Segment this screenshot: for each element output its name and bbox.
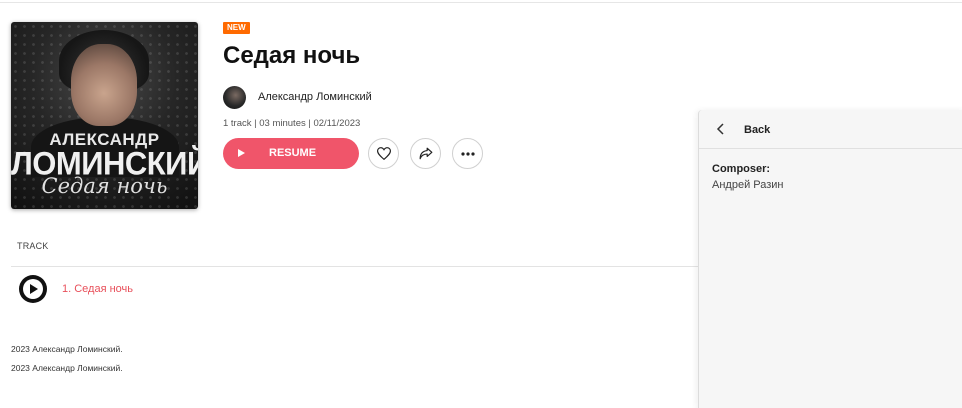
tracklist-divider — [11, 266, 711, 267]
tracklist-header: TRACK — [17, 241, 49, 251]
heart-icon — [376, 147, 391, 160]
composer-label: Composer: — [712, 163, 771, 175]
artist-link[interactable]: Александр Ломинский — [258, 91, 372, 103]
album-cover: АЛЕКСАНДР ЛОМИНСКИЙ Седая ночь — [11, 22, 198, 209]
cover-face — [71, 44, 137, 126]
copyright-line: 2023 Александр Ломинский. — [11, 363, 123, 373]
artist-avatar[interactable] — [223, 86, 246, 109]
track-row[interactable]: 1. Седая ночь — [11, 272, 691, 306]
panel-header: Back — [699, 110, 962, 149]
composer-value: Андрей Разин — [712, 179, 784, 191]
more-button[interactable] — [452, 138, 483, 169]
resume-button[interactable]: RESUME — [223, 138, 359, 169]
new-badge: NEW — [223, 22, 250, 34]
track-thumb-disc — [19, 275, 47, 303]
chevron-left-icon[interactable] — [714, 122, 728, 136]
back-button[interactable]: Back — [744, 124, 770, 136]
top-divider — [0, 2, 962, 3]
play-icon — [238, 149, 245, 157]
resume-label: RESUME — [269, 147, 317, 159]
cover-album-title: Седая ночь — [41, 174, 168, 198]
share-icon — [419, 147, 432, 160]
play-triangle-icon — [30, 284, 38, 294]
track-thumb-inner — [23, 279, 43, 299]
track-title[interactable]: 1. Седая ночь — [62, 283, 133, 295]
credits-panel: Back Composer: Андрей Разин — [698, 110, 962, 408]
like-button[interactable] — [368, 138, 399, 169]
release-meta: 1 track | 03 minutes | 02/11/2023 — [223, 118, 361, 129]
share-button[interactable] — [410, 138, 441, 169]
more-icon — [460, 151, 475, 156]
copyright-line: 2023 Александр Ломинский. — [11, 344, 123, 354]
track-play-icon[interactable] — [18, 274, 48, 304]
album-title: Седая ночь — [223, 42, 361, 69]
